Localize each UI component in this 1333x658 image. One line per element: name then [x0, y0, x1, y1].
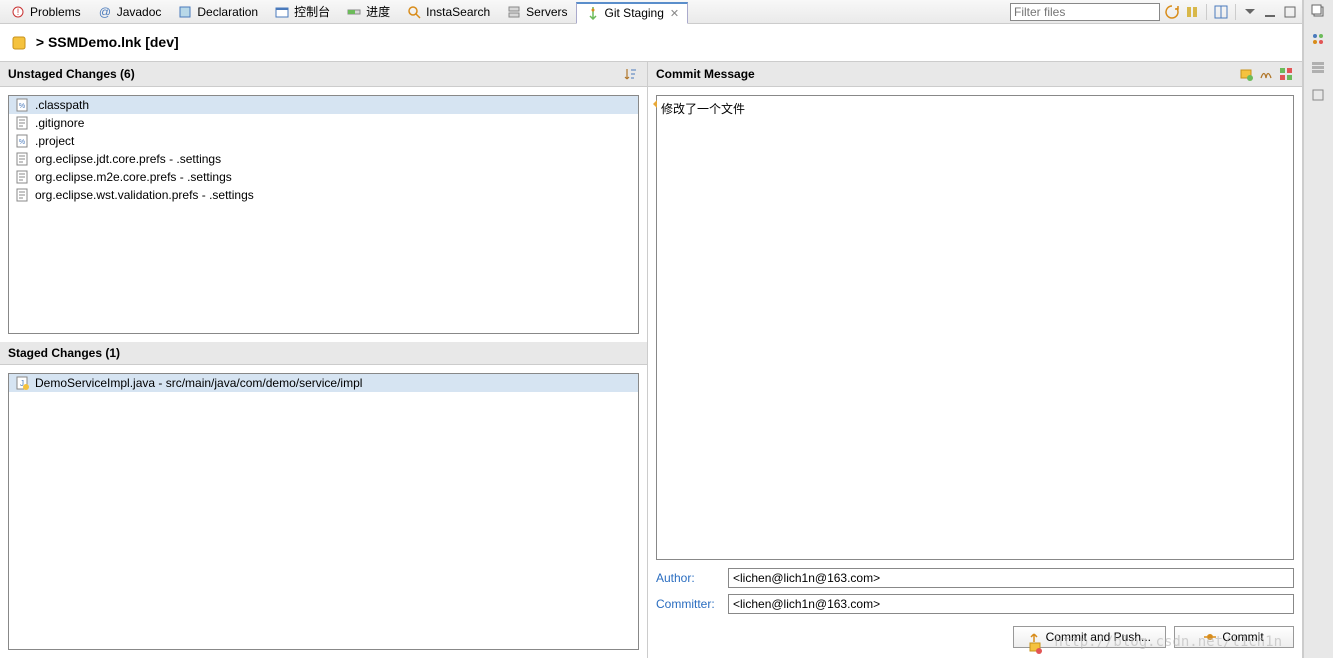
svg-text:@: @ [99, 5, 111, 19]
tab-label: Servers [526, 5, 567, 19]
tab-declaration[interactable]: Declaration [169, 1, 266, 23]
file-icon [15, 188, 29, 202]
staged-header: Staged Changes (1) [0, 342, 647, 365]
commit-message-input[interactable]: 修改了一个文件 [656, 95, 1294, 560]
commit-icon [1204, 631, 1216, 643]
file-icon [15, 152, 29, 166]
commit-msg-title: Commit Message [656, 67, 755, 81]
repo-name: SSMDemo.lnk [48, 34, 141, 50]
tab-label: 控制台 [294, 3, 330, 20]
committer-input[interactable] [728, 594, 1294, 614]
tab-控制台[interactable]: 控制台 [266, 1, 338, 23]
author-input[interactable] [728, 568, 1294, 588]
tab-instasearch[interactable]: InstaSearch [398, 1, 498, 23]
notification-icon[interactable] [1028, 640, 1042, 654]
commit-message-text: 修改了一个文件 [661, 102, 745, 116]
problem-icon: ! [10, 4, 26, 20]
refresh-icon[interactable] [1164, 4, 1180, 20]
tab-label: Javadoc [117, 5, 162, 19]
svg-text:!: ! [17, 7, 20, 17]
sort-icon[interactable] [623, 66, 639, 82]
view-menu-icon[interactable] [1242, 4, 1258, 20]
list-item[interactable]: % .classpath [9, 96, 638, 114]
staged-title: Staged Changes (1) [8, 346, 120, 360]
search-icon [406, 4, 422, 20]
minimize-icon[interactable] [1262, 4, 1278, 20]
props-icon[interactable] [1311, 88, 1327, 104]
commit-label: Commit [1222, 630, 1263, 644]
commit-msg-header: Commit Message [648, 62, 1302, 87]
unstaged-title: Unstaged Changes (6) [8, 67, 135, 81]
console-icon [274, 4, 290, 20]
file-icon: % [15, 134, 29, 148]
file-label: DemoServiceImpl.java - src/main/java/com… [35, 376, 362, 390]
staged-list[interactable]: J DemoServiceImpl.java - src/main/java/co… [8, 373, 639, 650]
servers-icon [506, 4, 522, 20]
committer-label: Committer: [656, 597, 728, 611]
outline-icon[interactable] [1311, 32, 1327, 48]
repo-prefix: > [36, 34, 44, 50]
compare-icon[interactable] [1184, 4, 1200, 20]
file-label: .gitignore [35, 116, 84, 130]
tab-problems[interactable]: ! Problems [2, 1, 89, 23]
signoff-icon[interactable] [1258, 66, 1274, 82]
at-icon: @ [97, 4, 113, 20]
layout-icon[interactable] [1213, 4, 1229, 20]
tab-bar: ! Problems @ Javadoc Declaration 控制台 进度 InstaSe… [0, 0, 1302, 24]
tab-git-staging[interactable]: Git Staging ✕ [576, 2, 689, 24]
file-icon [15, 170, 29, 184]
file-label: org.eclipse.wst.validation.prefs - .sett… [35, 188, 254, 202]
file-label: org.eclipse.jdt.core.prefs - .settings [35, 152, 221, 166]
tab-label: InstaSearch [426, 5, 490, 19]
file-icon [15, 116, 29, 130]
svg-text:%: % [19, 103, 25, 110]
tab-进度[interactable]: 进度 [338, 1, 398, 23]
git-icon [585, 5, 601, 21]
tab-label: Problems [30, 5, 81, 19]
list-item[interactable]: J DemoServiceImpl.java - src/main/java/co… [9, 374, 638, 392]
repo-icon [12, 35, 26, 51]
list-item[interactable]: % .project [9, 132, 638, 150]
tasklist-icon[interactable] [1311, 60, 1327, 76]
tab-label: 进度 [366, 3, 390, 20]
separator [1235, 4, 1236, 20]
right-trim-bar [1303, 0, 1333, 658]
unstaged-header: Unstaged Changes (6) [0, 62, 647, 87]
close-icon[interactable]: ✕ [670, 7, 679, 20]
file-label: org.eclipse.m2e.core.prefs - .settings [35, 170, 232, 184]
tab-label: Git Staging [605, 6, 664, 20]
list-item[interactable]: .gitignore [9, 114, 638, 132]
progress-icon [346, 4, 362, 20]
file-label: .project [35, 134, 74, 148]
repo-branch: [dev] [145, 34, 178, 50]
repository-header: > SSMDemo.lnk [dev] [0, 24, 1302, 61]
svg-text:%: % [19, 139, 25, 146]
commit-push-label: Commit and Push... [1046, 630, 1151, 644]
separator [1206, 4, 1207, 20]
tab-servers[interactable]: Servers [498, 1, 575, 23]
filter-files-input[interactable] [1010, 3, 1160, 21]
tab-label: Declaration [197, 5, 258, 19]
file-icon: J [15, 376, 29, 390]
list-item[interactable]: org.eclipse.m2e.core.prefs - .settings [9, 168, 638, 186]
list-item[interactable]: org.eclipse.wst.validation.prefs - .sett… [9, 186, 638, 204]
amend-icon[interactable] [1238, 66, 1254, 82]
maximize-icon[interactable] [1282, 4, 1298, 20]
author-label: Author: [656, 571, 728, 585]
commit-button[interactable]: Commit [1174, 626, 1294, 648]
changeid-icon[interactable] [1278, 66, 1294, 82]
list-item[interactable]: org.eclipse.jdt.core.prefs - .settings [9, 150, 638, 168]
file-icon: % [15, 98, 29, 112]
unstaged-list[interactable]: % .classpath .gitignore% .project org.eclips… [8, 95, 639, 334]
decl-icon [177, 4, 193, 20]
restore-icon[interactable] [1311, 4, 1327, 20]
file-label: .classpath [35, 98, 89, 112]
tab-javadoc[interactable]: @ Javadoc [89, 1, 170, 23]
